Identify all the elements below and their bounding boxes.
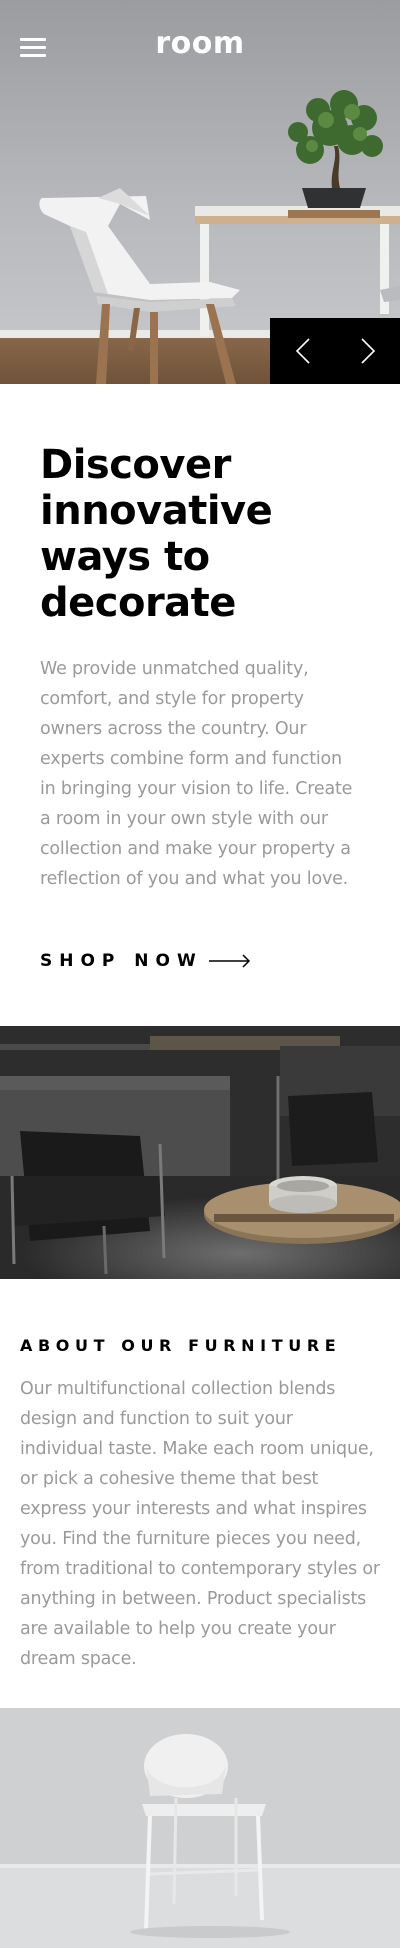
hero-section: room <box>0 0 400 384</box>
chevron-right-icon[interactable] <box>335 318 400 384</box>
about-title: ABOUT OUR FURNITURE <box>20 1336 342 1355</box>
discover-title-line: decorate <box>40 580 236 626</box>
shop-now-link[interactable]: SHOP NOW <box>40 951 360 971</box>
site-logo[interactable]: room <box>0 26 400 61</box>
dark-furniture-image <box>0 1026 400 1279</box>
arrow-right-icon <box>208 954 250 968</box>
about-body: Our multifunctional collection blends de… <box>20 1379 380 1669</box>
shop-now-label: SHOP NOW <box>40 951 203 971</box>
discover-section: Discover innovative ways to decorate We … <box>0 384 400 1026</box>
slider-controls <box>270 318 400 384</box>
light-chair-image <box>0 1708 400 1948</box>
discover-title-line: Discover <box>40 442 231 488</box>
discover-title-line: ways to <box>40 534 210 580</box>
discover-body: We provide unmatched quality, comfort, a… <box>40 659 353 889</box>
about-section: ABOUT OUR FURNITURE Our multifunctional … <box>0 1279 400 1708</box>
discover-title: Discover innovative ways to decorate <box>40 442 360 626</box>
discover-title-line: innovative <box>40 488 273 534</box>
chevron-left-icon[interactable] <box>270 318 335 384</box>
